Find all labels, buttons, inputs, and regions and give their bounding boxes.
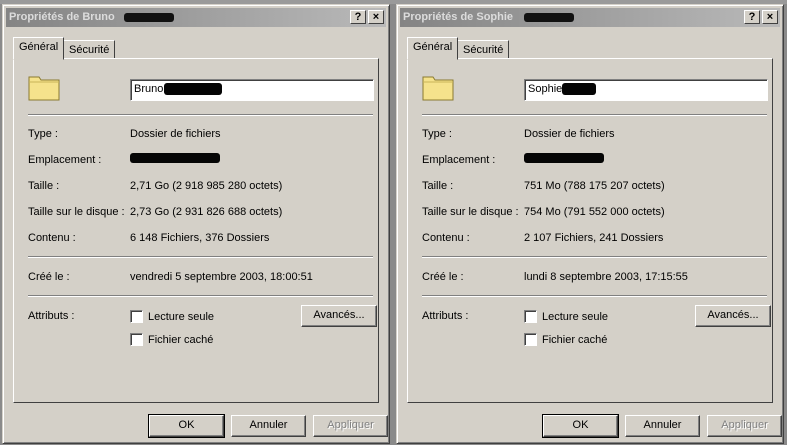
properties-dialog-bruno: Propriétés de Bruno ? × Général Sécurité… [2, 4, 390, 444]
general-panel: Bruno Type : Dossier de fichiers Emplace… [13, 58, 379, 403]
advanced-button[interactable]: Avancés... [301, 305, 377, 327]
hidden-checkbox[interactable] [524, 333, 537, 346]
size-label: Taille : [422, 180, 454, 192]
contents-value: 2 107 Fichiers, 241 Dossiers [524, 232, 664, 244]
help-button[interactable]: ? [350, 10, 366, 24]
folder-name-value: Sophie [528, 83, 563, 95]
title-bar[interactable]: Propriétés de Bruno ? × [6, 8, 386, 27]
redacted-name-part [562, 83, 596, 95]
close-button[interactable]: × [368, 10, 384, 24]
tab-general[interactable]: Général [13, 37, 65, 60]
contents-value: 6 148 Fichiers, 376 Dossiers [130, 232, 270, 244]
separator [422, 114, 767, 116]
attributes-label: Attributs : [28, 310, 75, 322]
type-value: Dossier de fichiers [130, 128, 221, 140]
tab-security[interactable]: Sécurité [63, 40, 116, 59]
created-value: vendredi 5 septembre 2003, 18:00:51 [130, 271, 313, 283]
ok-button[interactable]: OK [542, 414, 619, 438]
general-panel: Sophie Type : Dossier de fichiers Emplac… [407, 58, 773, 403]
redacted-surname [524, 13, 574, 22]
apply-button[interactable]: Appliquer [707, 415, 782, 437]
redacted-location [524, 153, 604, 163]
title-bar[interactable]: Propriétés de Sophie ? × [400, 8, 780, 27]
size-on-disk-label: Taille sur le disque : [28, 206, 125, 218]
separator [422, 295, 767, 297]
window-title: Propriétés de Sophie [403, 11, 514, 23]
size-on-disk-value: 754 Mo (791 552 000 octets) [524, 206, 665, 218]
readonly-label[interactable]: Lecture seule [542, 311, 608, 323]
type-label: Type : [422, 128, 452, 140]
type-value: Dossier de fichiers [524, 128, 615, 140]
advanced-button[interactable]: Avancés... [695, 305, 771, 327]
ok-button[interactable]: OK [148, 414, 225, 438]
size-value: 751 Mo (788 175 207 octets) [524, 180, 665, 192]
folder-name-value: Bruno [134, 83, 164, 95]
window-title: Propriétés de Bruno [9, 11, 115, 23]
properties-dialog-sophie: Propriétés de Sophie ? × Général Sécurit… [396, 4, 784, 444]
readonly-label[interactable]: Lecture seule [148, 311, 214, 323]
hidden-label[interactable]: Fichier caché [148, 334, 213, 346]
location-label: Emplacement : [28, 154, 102, 166]
size-on-disk-label: Taille sur le disque : [422, 206, 519, 218]
location-label: Emplacement : [422, 154, 496, 166]
close-button[interactable]: × [762, 10, 778, 24]
apply-button[interactable]: Appliquer [313, 415, 388, 437]
contents-label: Contenu : [422, 232, 470, 244]
redacted-location [130, 153, 220, 163]
size-value: 2,71 Go (2 918 985 280 octets) [130, 180, 283, 192]
separator [28, 295, 373, 297]
separator [28, 114, 373, 116]
hidden-checkbox[interactable] [130, 333, 143, 346]
attributes-label: Attributs : [422, 310, 469, 322]
separator [422, 256, 767, 258]
created-label: Créé le : [28, 271, 70, 283]
tab-security[interactable]: Sécurité [457, 40, 510, 59]
redacted-name-part [164, 83, 222, 95]
separator [28, 256, 373, 258]
size-label: Taille : [28, 180, 60, 192]
cancel-button[interactable]: Annuler [625, 415, 700, 437]
folder-name-input[interactable]: Sophie [524, 79, 768, 101]
hidden-label[interactable]: Fichier caché [542, 334, 607, 346]
size-on-disk-value: 2,73 Go (2 931 826 688 octets) [130, 206, 283, 218]
folder-icon [28, 76, 60, 101]
help-button[interactable]: ? [744, 10, 760, 24]
type-label: Type : [28, 128, 58, 140]
readonly-checkbox[interactable] [524, 310, 537, 323]
cancel-button[interactable]: Annuler [231, 415, 306, 437]
created-label: Créé le : [422, 271, 464, 283]
contents-label: Contenu : [28, 232, 76, 244]
folder-icon [422, 76, 454, 101]
readonly-checkbox[interactable] [130, 310, 143, 323]
tab-general[interactable]: Général [407, 37, 459, 60]
created-value: lundi 8 septembre 2003, 17:15:55 [524, 271, 688, 283]
redacted-surname [124, 13, 174, 22]
